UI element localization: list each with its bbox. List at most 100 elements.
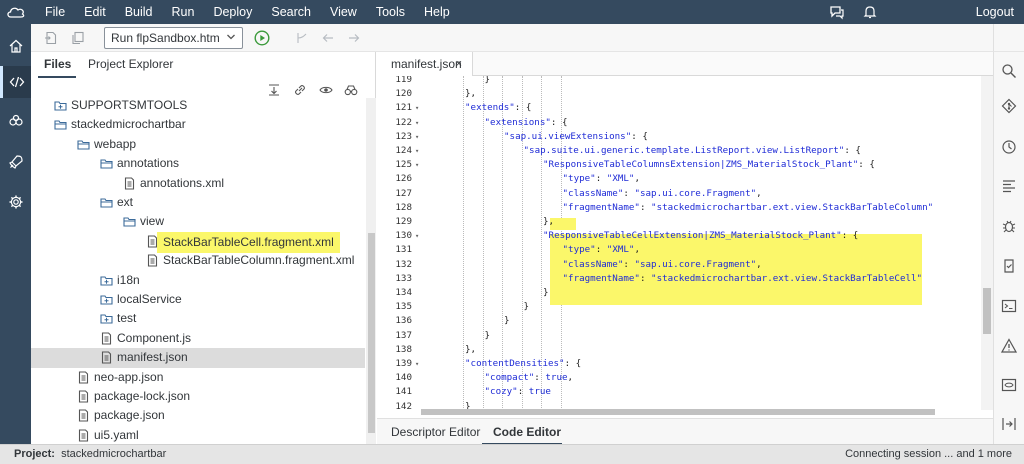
tree-item[interactable]: StackBarTableCell.fragment.xml	[31, 231, 365, 253]
menu-search[interactable]: Search	[271, 0, 311, 24]
menu-tools[interactable]: Tools	[376, 0, 405, 24]
tree-item[interactable]: package.json	[31, 406, 365, 425]
menu-run[interactable]: Run	[172, 0, 195, 24]
fold-toggle-icon[interactable]: ▾	[415, 130, 419, 144]
editor-horizontal-scrollbar[interactable]	[421, 408, 981, 416]
link-icon[interactable]	[293, 83, 307, 97]
menu-view[interactable]: View	[330, 0, 357, 24]
copy-icon[interactable]	[71, 31, 85, 45]
tree-item[interactable]: localService	[31, 290, 365, 309]
tree-item[interactable]: ui5.yaml	[31, 426, 365, 444]
run-configuration-select[interactable]: Run flpSandbox.htm	[104, 27, 243, 49]
line-number: 138	[395, 343, 412, 355]
code-view[interactable]: 119} 120}, 121 ▾ "extends": {122 ▾ "extensions…	[377, 76, 981, 410]
tree-item-label: ui5.yaml	[94, 427, 139, 442]
sap-cloud-logo-icon[interactable]	[6, 5, 26, 19]
code-line: 135}	[377, 300, 981, 314]
preview-icon[interactable]	[1001, 377, 1017, 393]
tree-item[interactable]: annotations.xml	[31, 174, 365, 193]
editor-vertical-scrollbar-thumb[interactable]	[983, 288, 991, 334]
tree-item[interactable]: package-lock.json	[31, 387, 365, 406]
line-number: 139	[395, 358, 412, 369]
tree-item[interactable]: ext	[31, 193, 365, 212]
tree-item[interactable]: i18n	[31, 271, 365, 290]
activity-preferences[interactable]	[0, 186, 31, 218]
tree-item-label: SUPPORTSMTOOLS	[71, 98, 188, 112]
activity-home[interactable]	[0, 30, 31, 62]
status-bar: Project: stackedmicrochartbar Connecting…	[0, 444, 1024, 464]
search-icon[interactable]	[1001, 63, 1017, 79]
activity-deploy[interactable]	[0, 146, 31, 178]
file-tree-scrollbar[interactable]	[366, 98, 376, 444]
tree-item-label: manifest.json	[117, 350, 188, 365]
tree-item[interactable]: webapp	[31, 135, 365, 154]
tree-item[interactable]: manifest.json	[31, 348, 365, 368]
tree-item[interactable]: test	[31, 309, 365, 328]
fold-toggle-icon[interactable]: ▾	[415, 357, 419, 371]
code-line: 131 "type": "XML",	[377, 243, 981, 257]
editor-horizontal-scrollbar-thumb[interactable]	[421, 409, 935, 415]
tree-item[interactable]: neo-app.json	[31, 368, 365, 387]
tree-item[interactable]: view	[31, 212, 365, 231]
menu-file[interactable]: File	[45, 0, 65, 24]
editor-vertical-scrollbar[interactable]	[981, 76, 993, 410]
active-tab-indicator	[38, 76, 76, 78]
connection-status[interactable]: Connecting session ... and 1 more	[845, 445, 1012, 464]
project-name: stackedmicrochartbar	[61, 448, 167, 460]
code-editor-area: manifest.json × 119} 120}, 121 ▾ "extends": …	[377, 52, 993, 445]
eye-icon[interactable]	[319, 83, 333, 97]
code-text: "fragmentName": "stackedmicrochartbar.ex…	[562, 272, 923, 284]
fold-toggle-icon[interactable]: ▾	[415, 158, 419, 172]
tab-code-editor[interactable]: Code Editor	[493, 425, 561, 439]
history-icon[interactable]	[1001, 139, 1017, 155]
chat-icon[interactable]	[829, 4, 845, 20]
logout-link[interactable]: Logout	[976, 0, 1014, 24]
menu-build[interactable]: Build	[125, 0, 153, 24]
activity-services[interactable]	[0, 106, 31, 138]
deploy-icon[interactable]	[1001, 416, 1017, 432]
folder-open-icon	[100, 198, 113, 208]
tree-item[interactable]: StackBarTableColumn.fragment.xml	[31, 251, 365, 270]
arrow-left-icon[interactable]	[321, 31, 335, 45]
line-number: 123	[395, 130, 412, 142]
outline-icon[interactable]	[1001, 178, 1017, 194]
binoculars-icon[interactable]	[344, 83, 358, 97]
tree-item[interactable]: SUPPORTSMTOOLS	[31, 98, 365, 115]
code-text: },	[465, 88, 477, 100]
fold-toggle-icon[interactable]: ▾	[415, 116, 419, 130]
code-line: 125 ▾ "ResponsiveTableColumnsExtension|ZMS…	[377, 158, 981, 172]
debug-icon[interactable]	[1001, 218, 1017, 234]
file-tree-scrollbar-thumb[interactable]	[368, 233, 375, 433]
code-text: }	[543, 287, 549, 298]
code-line: 134}	[377, 286, 981, 300]
folder-icon	[100, 276, 113, 286]
tree-item[interactable]: Component.js	[31, 329, 365, 348]
code-text: "extends": {	[465, 102, 532, 114]
arrow-right-icon[interactable]	[347, 31, 361, 45]
fold-toggle-icon[interactable]: ▾	[415, 229, 419, 243]
new-file-icon[interactable]	[44, 31, 58, 45]
tab-project-explorer[interactable]: Project Explorer	[88, 57, 173, 71]
close-icon[interactable]: ×	[456, 52, 462, 76]
activity-development[interactable]	[0, 66, 31, 98]
collapse-all-icon[interactable]	[267, 83, 281, 97]
tree-item[interactable]: annotations	[31, 154, 365, 173]
test-icon[interactable]	[1001, 258, 1017, 274]
menu-deploy[interactable]: Deploy	[213, 0, 252, 24]
tab-files[interactable]: Files	[44, 57, 71, 71]
fold-toggle-icon[interactable]: ▾	[415, 144, 419, 158]
menu-edit[interactable]: Edit	[84, 0, 106, 24]
tree-item[interactable]: stackedmicrochartbar	[31, 115, 365, 134]
git-icon[interactable]	[1001, 98, 1017, 114]
run-icon[interactable]	[254, 30, 270, 46]
editor-tab-manifest[interactable]: manifest.json ×	[377, 52, 473, 76]
editor-mode-tabs: Descriptor Editor Code Editor	[377, 418, 993, 445]
branch-icon[interactable]	[295, 31, 309, 45]
console-icon[interactable]	[1001, 298, 1017, 314]
warning-icon[interactable]	[1001, 338, 1017, 354]
fold-toggle-icon[interactable]: ▾	[415, 101, 419, 115]
bell-icon[interactable]	[862, 4, 878, 20]
file-icon	[124, 177, 135, 190]
tab-descriptor-editor[interactable]: Descriptor Editor	[391, 425, 480, 439]
menu-help[interactable]: Help	[424, 0, 450, 24]
